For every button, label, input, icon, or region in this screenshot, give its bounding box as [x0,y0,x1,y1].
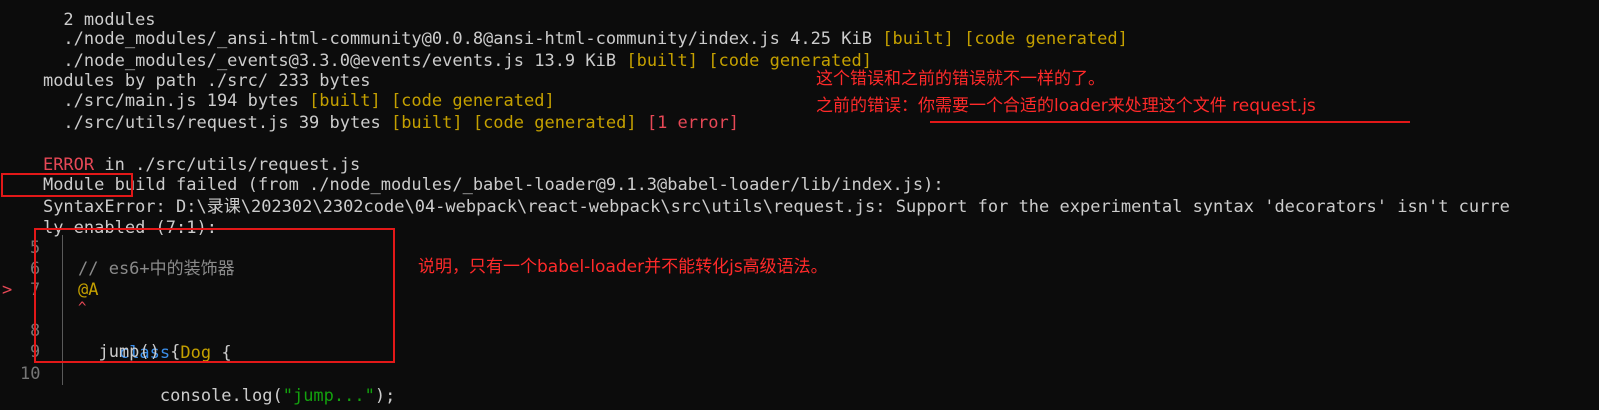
output-line-module-build-failed: Module build failed (from ./node_modules… [2,152,944,195]
line-text: D:\录课\202302\2302code\04-webpack\react-w… [165,197,1510,217]
output-line-ansi-html: ./node_modules/_ansi-html-community@0.0.… [2,6,1127,49]
output-line-error-header: ERROR in ./src/utils/request.js [2,132,360,175]
build-tags: [built] [code generated] [882,29,1128,49]
output-line-syntax-error: SyntaxError: D:\录课\202302\2302code\04-we… [2,174,1510,217]
output-line-request-js: ./src/utils/request.js 39 bytes [built] … [2,90,739,133]
console-call: console.log( [118,386,283,406]
string-literal: "jump..." [282,386,375,406]
annotation-note-1: 这个错误和之前的错误就不一样的了。 [816,69,1105,89]
error-count-tag: [1 error] [646,113,739,133]
call-close: ); [374,386,396,406]
output-line-modules-by-path: modules by path ./src/ 233 bytes [2,48,371,91]
annotation-note-2: 之前的错误：你需要一个合适的loader来处理这个文件 request.js [816,96,1316,116]
error-marker: > [2,280,13,300]
terminal-window[interactable]: 2 modules ./node_modules/_ansi-html-comm… [0,0,1599,410]
code-console-log: console.log("jump..."); [78,363,395,406]
syntax-error-highlight-box [1,173,133,197]
output-line-events: ./node_modules/_events@3.3.0@events/even… [2,28,872,71]
output-line-main-js: ./src/main.js 194 bytes [built] [code ge… [2,68,554,111]
output-line-enabled: ly enabled (7:1): [2,195,217,238]
line-number-10: 10 [20,364,41,384]
annotation-underline [930,121,1410,123]
line-text: ./src/utils/request.js 39 bytes [42,113,391,133]
build-tags: [built] [code generated] [390,113,647,133]
code-frame-highlight-box [34,228,395,363]
annotation-note-3: 说明，只有一个babel-loader并不能转化js高级语法。 [418,257,828,277]
